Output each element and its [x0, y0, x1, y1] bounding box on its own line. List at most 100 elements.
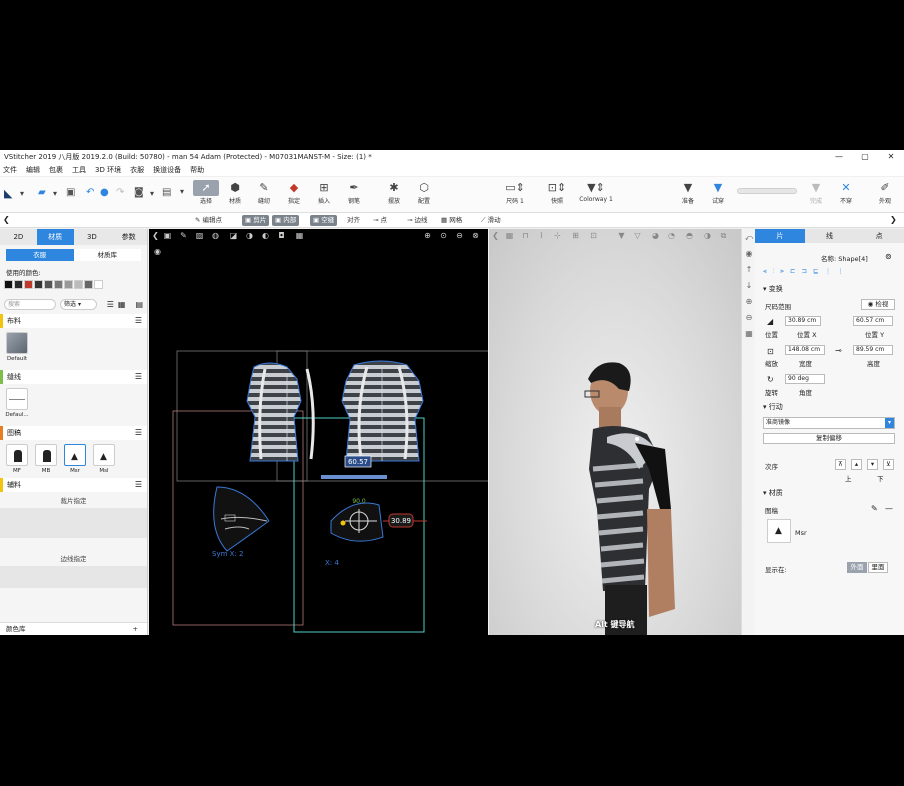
flow-button[interactable]: ⟋ 滑动: [478, 215, 504, 226]
color-swatch[interactable]: [94, 280, 103, 289]
color-swatch[interactable]: [14, 280, 23, 289]
section-menu-icon[interactable]: ☰: [135, 314, 142, 328]
tab-piece[interactable]: 片: [755, 229, 805, 243]
tool-config-button[interactable]: ⬡ 配置: [411, 180, 437, 210]
save-icon[interactable]: ▣: [66, 187, 75, 198]
align-button[interactable]: 对齐: [344, 215, 363, 226]
back-pattern-piece[interactable]: [341, 360, 424, 462]
tab-line[interactable]: 线: [805, 229, 855, 243]
section-transform[interactable]: ▾ 变换: [755, 283, 904, 295]
prepare-button[interactable]: ▼ 准备: [675, 180, 701, 210]
artwork-preview[interactable]: ▲: [767, 519, 791, 543]
info-icon[interactable]: ●: [100, 187, 109, 198]
align-icons-row[interactable]: ⫷ ⫶ ⫸ ⊏ ⊐ ⊑ ⋮ ⋮: [763, 267, 846, 276]
camera-icon[interactable]: ◙: [134, 187, 144, 198]
subtab-library[interactable]: 材质库: [73, 249, 141, 261]
section-menu-icon[interactable]: ☰: [135, 370, 142, 384]
list-view-icon[interactable]: ☰: [107, 300, 114, 309]
collapse-left-icon[interactable]: ❮: [3, 215, 10, 224]
appearance-button[interactable]: ✐ 外观: [872, 180, 898, 210]
tab-3d[interactable]: 3D: [74, 229, 111, 245]
pattern-canvas[interactable]: 60.57 Sym X: 2 90.0 30.89 X: 4: [149, 229, 488, 635]
grid-toggle-icon[interactable]: ▦: [744, 329, 754, 339]
move-down-icon[interactable]: ↓: [744, 281, 754, 291]
artwork-item[interactable]: MB: [33, 444, 59, 474]
fabric-item[interactable]: Default: [4, 332, 30, 362]
grid-snap-button[interactable]: ▦ 网格: [438, 215, 465, 226]
maximize-button[interactable]: ▢: [852, 152, 878, 161]
rotate-input[interactable]: 90 deg: [785, 374, 825, 384]
size-selector[interactable]: ▭⇕ 尺码 1: [500, 180, 530, 210]
menu-wrap[interactable]: 包裹: [49, 165, 63, 175]
section-fabric[interactable]: 布料 ☰: [0, 314, 147, 328]
tab-params[interactable]: 参数: [110, 229, 147, 245]
zoom-in-3d-icon[interactable]: ⊕: [744, 297, 754, 307]
filter-dropdown[interactable]: 筛选 ▾: [60, 298, 97, 310]
close-button[interactable]: ✕: [878, 152, 904, 161]
menu-icon[interactable]: ▤: [135, 300, 143, 309]
grid-view-icon[interactable]: ▦: [118, 300, 126, 309]
right-sleeve-piece[interactable]: [330, 502, 384, 542]
undress-button[interactable]: ✕ 不穿: [833, 180, 859, 210]
strip-tool-1-icon[interactable]: ⤺: [744, 233, 754, 243]
colorway-selector[interactable]: ▼⇕ Colorway 1: [578, 180, 614, 210]
section-artwork[interactable]: 图稿 ☰: [0, 426, 147, 440]
section-trims[interactable]: 辅料 ☰: [0, 478, 147, 492]
redo-icon[interactable]: ↷: [116, 187, 124, 198]
tool-pen-button[interactable]: ✒ 钢笔: [341, 180, 367, 210]
show-inside-button[interactable]: 里面: [868, 562, 888, 573]
color-swatch[interactable]: [74, 280, 83, 289]
open-chevron-icon[interactable]: ▾: [53, 189, 57, 198]
width-input[interactable]: 148.08 cm: [785, 345, 825, 355]
search-input[interactable]: 搜索: [4, 298, 57, 310]
add-icon[interactable]: +: [133, 623, 138, 635]
stitch-item[interactable]: Defaul...: [4, 388, 30, 418]
color-swatch[interactable]: [54, 280, 63, 289]
edit-artwork-icon[interactable]: ✎: [871, 504, 878, 513]
tool-insert-button[interactable]: ⊞ 插入: [311, 180, 337, 210]
order-bottom-button[interactable]: ⊻: [883, 459, 894, 470]
tool-material-button[interactable]: ⬢ 材质: [222, 180, 248, 210]
collapse-right-icon[interactable]: ❯: [890, 215, 897, 224]
inner-toggle[interactable]: ▣ 内部: [272, 215, 300, 226]
camera-chevron-icon[interactable]: ▾: [150, 189, 154, 198]
show-outside-button[interactable]: 外面: [847, 562, 867, 573]
menu-devices[interactable]: 换道设备: [153, 165, 181, 175]
strip-tool-2-icon[interactable]: ◉: [744, 249, 754, 259]
artwork-item[interactable]: ▲ Msr: [62, 444, 88, 474]
edit-points-button[interactable]: ✎ 编辑点: [192, 215, 225, 226]
section-menu-icon[interactable]: ☰: [135, 426, 142, 440]
edge-snap-button[interactable]: ⊸ 边线: [404, 215, 431, 226]
color-swatch[interactable]: [64, 280, 73, 289]
more-chevron-icon[interactable]: ▾: [180, 187, 184, 196]
subtab-garment[interactable]: 衣服: [6, 249, 74, 261]
point-snap-button[interactable]: ⊸ 点: [370, 215, 390, 226]
dotted-toggle[interactable]: ▣ 空缝: [310, 215, 338, 226]
menu-help[interactable]: 帮助: [190, 165, 204, 175]
done-button[interactable]: ▼ 完成: [803, 180, 829, 210]
tool-sew-button[interactable]: ✎ 缝纫: [251, 180, 277, 210]
viewport-3d[interactable]: ❮ ▦ ⊓ ⌇ ⊹ ⊞ ⊡ ▼ ▽ ◕ ◔ ◓ ◑ ⧉ Alt 键导航: [489, 229, 741, 635]
tab-material[interactable]: 材质: [36, 229, 74, 245]
menu-file[interactable]: 文件: [3, 165, 17, 175]
tool-select-button[interactable]: ➚ 选择: [193, 180, 219, 210]
color-swatch[interactable]: [84, 280, 93, 289]
tryon-button[interactable]: ▼ 试穿: [705, 180, 731, 210]
color-swatch[interactable]: [4, 280, 13, 289]
pos-x-input[interactable]: 30.89 cm: [785, 316, 821, 326]
mirror-dropdown[interactable]: 准商镜像 ▾: [763, 417, 895, 429]
order-up-button[interactable]: ▴: [851, 459, 862, 470]
section-menu-icon[interactable]: ☰: [135, 478, 142, 492]
menu-garment[interactable]: 衣服: [130, 165, 144, 175]
color-library-bar[interactable]: 颜色库 +: [0, 622, 147, 635]
snapshot-selector[interactable]: ⊡⇕ 快照: [542, 180, 572, 210]
viewport-2d[interactable]: ❮ ▣ ✎ ▨ ◍ ◪ ◑ ◐ ◘ ▦ ⊕ ⊙ ⊖ ⊗ ◉ 60.57 Sym …: [149, 229, 488, 635]
zoom-out-3d-icon[interactable]: ⊖: [744, 313, 754, 323]
copy-offset-button[interactable]: 复制偏移: [763, 433, 895, 444]
move-up-icon[interactable]: ↑: [744, 265, 754, 275]
menu-edit[interactable]: 编辑: [26, 165, 40, 175]
cut-toggle[interactable]: ▣ 剪片: [242, 215, 270, 226]
color-swatch[interactable]: [24, 280, 33, 289]
menu-tools[interactable]: 工具: [72, 165, 86, 175]
minimize-button[interactable]: —: [826, 152, 852, 161]
